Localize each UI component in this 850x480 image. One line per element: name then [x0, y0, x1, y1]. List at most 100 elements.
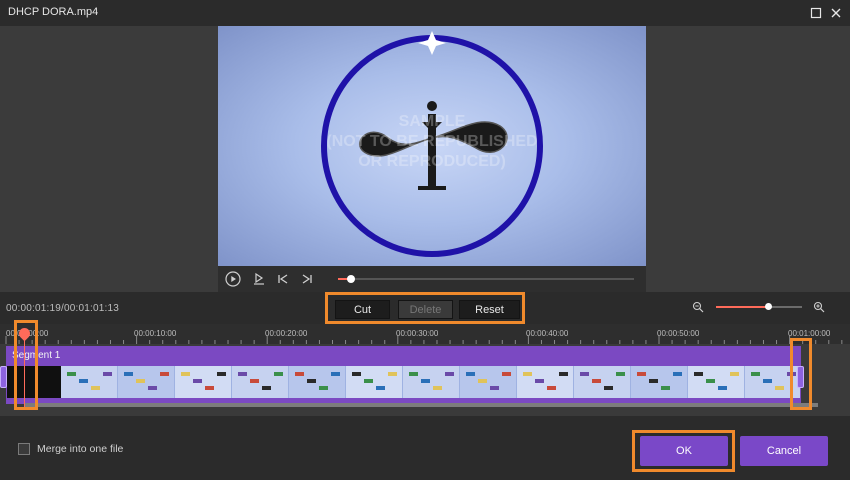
- thumbnail-frame: [403, 366, 459, 398]
- zoom-slider[interactable]: [716, 303, 802, 310]
- watermark-line: (NOT TO BE REPUBLISHED: [326, 133, 538, 150]
- thumbnail-frames: [7, 366, 800, 398]
- thumbnail-detail: [502, 372, 511, 376]
- maximize-icon[interactable]: [806, 3, 826, 23]
- thumbnail-detail: [148, 386, 157, 390]
- thumbnail-detail: [364, 379, 373, 383]
- thumbnail-detail: [160, 372, 169, 376]
- thumbnail-detail: [535, 379, 544, 383]
- thumbnail-detail: [205, 386, 214, 390]
- ok-button[interactable]: OK: [640, 436, 728, 466]
- previous-frame-icon[interactable]: [274, 270, 292, 288]
- thumbnail-detail: [718, 386, 727, 390]
- ruler-tick-label: 00:00:50:00: [657, 329, 700, 338]
- thumbnail-detail: [79, 379, 88, 383]
- thumbnail-detail: [331, 372, 340, 376]
- thumbnail-detail: [559, 372, 568, 376]
- title-bar: DHCP DORA.mp4: [0, 0, 850, 26]
- ruler-tick-label: 00:00:20:00: [265, 329, 308, 338]
- thumbnail-detail: [751, 372, 760, 376]
- zoom-out-icon[interactable]: [692, 300, 706, 314]
- cancel-button[interactable]: Cancel: [740, 436, 828, 466]
- thumbnail-detail: [478, 379, 487, 383]
- thumbnail-detail: [193, 379, 202, 383]
- thumbnail-detail: [661, 386, 670, 390]
- thumbnail-detail: [91, 386, 100, 390]
- thumbnail-detail: [547, 386, 556, 390]
- thumbnail-frame: [517, 366, 573, 398]
- thumbnail-detail: [649, 379, 658, 383]
- thumbnail-detail: [409, 372, 418, 376]
- thumbnail-detail: [730, 372, 739, 376]
- thumbnail-detail: [274, 372, 283, 376]
- thumbnail-detail: [124, 372, 133, 376]
- preview-area: SAMPLE (NOT TO BE REPUBLISHED OR REPRODU…: [0, 26, 850, 292]
- thumbnail-detail: [376, 386, 385, 390]
- thumbnail-frame: [346, 366, 402, 398]
- cut-button[interactable]: Cut: [335, 300, 390, 319]
- thumbnail-detail: [673, 372, 682, 376]
- zoom-slider-thumb[interactable]: [764, 303, 772, 310]
- play-icon[interactable]: [224, 270, 242, 288]
- ruler-tick-label: 00:00:40:00: [526, 329, 569, 338]
- thumbnail-frame: [232, 366, 288, 398]
- thumbnail-detail: [217, 372, 226, 376]
- thumbnail-detail: [421, 379, 430, 383]
- snapshot-icon[interactable]: [250, 270, 268, 288]
- thumbnail-detail: [604, 386, 613, 390]
- thumbnail-detail: [433, 386, 442, 390]
- thumbnail-detail: [706, 379, 715, 383]
- merge-checkbox[interactable]: [18, 443, 30, 455]
- zoom-slider-fill: [716, 306, 768, 308]
- watermark: SAMPLE (NOT TO BE REPUBLISHED OR REPRODU…: [218, 112, 646, 172]
- segment-start-handle[interactable]: [0, 366, 7, 388]
- thumbnail-detail: [616, 372, 625, 376]
- thumbnail-strip: [7, 366, 800, 398]
- end-handle-highlight: [790, 338, 812, 410]
- window-title: DHCP DORA.mp4: [8, 6, 99, 18]
- thumbnail-detail: [637, 372, 646, 376]
- ruler-tick-label: 00:00:30:00: [396, 329, 439, 338]
- ruler-tick-label: 00:01:00:00: [788, 329, 831, 338]
- thumbnail-detail: [490, 386, 499, 390]
- reset-button[interactable]: Reset: [459, 300, 520, 319]
- thumbnail-detail: [136, 379, 145, 383]
- playhead-highlight: [14, 320, 38, 410]
- thumbnail-detail: [307, 379, 316, 383]
- time-readout: 00:00:01:19/00:01:01:13: [6, 303, 120, 314]
- watermark-line: SAMPLE: [398, 113, 466, 130]
- edit-toolbar: 00:00:01:19/00:01:01:13 Cut Delete Reset: [0, 292, 850, 324]
- thumbnail-detail: [445, 372, 454, 376]
- ruler-tick-label: 00:00:10:00: [134, 329, 177, 338]
- thumbnail-detail: [388, 372, 397, 376]
- segment-clip[interactable]: Segment 1: [6, 346, 801, 404]
- thumbnail-frame: [175, 366, 231, 398]
- thumbnail-detail: [250, 379, 259, 383]
- timeline-ruler[interactable]: 00:00:00:00 00:00:10:00 00:00:20:00 00:0…: [0, 324, 850, 344]
- thumbnail-detail: [466, 372, 475, 376]
- thumbnail-detail: [319, 386, 328, 390]
- delete-button[interactable]: Delete: [398, 300, 453, 319]
- merge-label[interactable]: Merge into one file: [37, 443, 123, 455]
- watermark-line: OR REPRODUCED): [358, 153, 506, 170]
- thumbnail-detail: [694, 372, 703, 376]
- thumbnail-frame: [61, 366, 117, 398]
- thumbnail-frame: [460, 366, 516, 398]
- thumbnail-detail: [295, 372, 304, 376]
- thumbnail-frame: [688, 366, 744, 398]
- thumbnail-detail: [238, 372, 247, 376]
- thumbnail-detail: [763, 379, 772, 383]
- thumbnail-detail: [352, 372, 361, 376]
- next-frame-icon[interactable]: [298, 270, 316, 288]
- zoom-in-icon[interactable]: [813, 300, 827, 314]
- playback-progress-bar[interactable]: [338, 275, 634, 283]
- thumbnail-detail: [181, 372, 190, 376]
- footer: Merge into one file OK Cancel: [0, 416, 850, 480]
- close-icon[interactable]: [826, 3, 846, 23]
- thumbnail-frame: [118, 366, 174, 398]
- timeline-scrollbar[interactable]: [25, 403, 818, 407]
- thumbnail-detail: [580, 372, 589, 376]
- thumbnail-detail: [775, 386, 784, 390]
- playback-progress-thumb[interactable]: [346, 275, 355, 283]
- edit-button-group: Cut Delete Reset: [325, 292, 525, 324]
